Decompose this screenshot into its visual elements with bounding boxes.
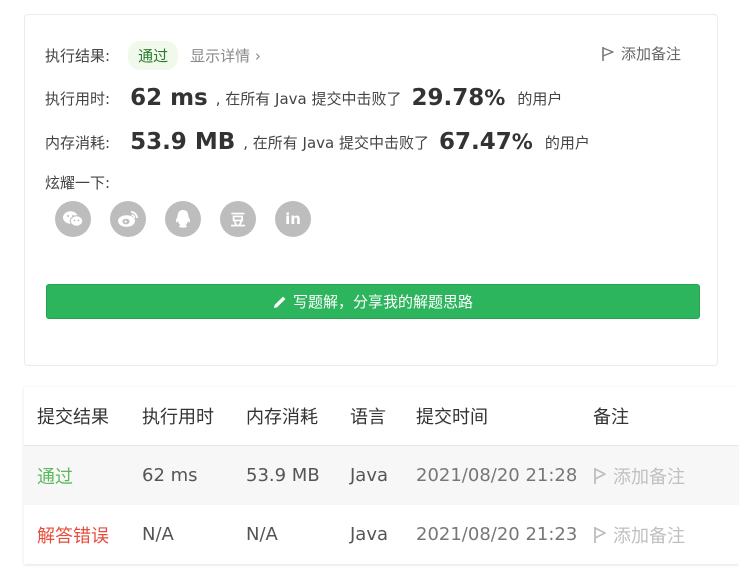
row-language: Java <box>350 524 389 545</box>
memory-percent: 67.47% <box>439 129 533 155</box>
share-row-label: 炫耀一下: <box>45 172 110 193</box>
row-memory: 53.9 MB <box>246 465 320 486</box>
result-row: 执行结果: 通过 显示详情 › <box>45 41 261 70</box>
runtime-percent-value: 29.78 <box>411 85 485 111</box>
result-card: 执行结果: 通过 显示详情 › 添加备注 执行用时: 62 ms , 在所有 J… <box>24 14 718 366</box>
col-runtime: 执行用时 <box>142 407 214 428</box>
row-add-note-label: 添加备注 <box>613 466 685 488</box>
runtime-suffix: 的用户 <box>517 89 563 108</box>
memory-middle-text: , 在所有 Java 提交中击败了 <box>243 133 430 152</box>
share-label: 炫耀一下: <box>45 174 111 192</box>
runtime-percent: 29.78% <box>412 85 506 111</box>
memory-label: 内存消耗: <box>45 133 111 152</box>
flag-icon <box>594 467 606 484</box>
runtime-row: 执行用时: 62 ms , 在所有 Java 提交中击败了 29.78% 的用户 <box>45 85 562 111</box>
runtime-value: 62 ms <box>130 85 208 111</box>
memory-row: 内存消耗: 53.9 MB , 在所有 Java 提交中击败了 67.47% 的… <box>45 129 590 155</box>
row-status-link[interactable]: 通过 <box>37 463 73 489</box>
row-submitted: 2021/08/20 21:28 <box>416 465 578 486</box>
col-status: 提交结果 <box>37 407 109 428</box>
row-add-note-label: 添加备注 <box>613 525 685 547</box>
memory-suffix: 的用户 <box>544 133 590 152</box>
table-row: 通过 62 ms 53.9 MB Java 2021/08/20 21:28 添… <box>24 446 739 506</box>
table-header: 提交结果 执行用时 内存消耗 语言 提交时间 备注 <box>24 387 739 446</box>
col-note: 备注 <box>593 407 629 428</box>
memory-percent-sign: % <box>511 130 533 154</box>
runtime-percent-sign: % <box>484 86 506 110</box>
douban-glyph: 豆 <box>230 210 246 229</box>
wechat-icon[interactable] <box>55 201 91 237</box>
flag-icon <box>594 526 606 543</box>
show-details-link[interactable]: 显示详情 › <box>190 45 261 66</box>
result-label: 执行结果: <box>45 47 111 65</box>
submissions-table: 提交结果 执行用时 内存消耗 语言 提交时间 备注 通过 62 ms 53.9 … <box>24 387 739 564</box>
runtime-middle-text: , 在所有 Java 提交中击败了 <box>215 89 402 108</box>
add-note-button[interactable]: 添加备注 <box>601 43 681 64</box>
row-memory: N/A <box>246 524 278 545</box>
share-buttons: 豆 in <box>55 201 311 237</box>
weibo-icon[interactable] <box>110 201 146 237</box>
douban-icon[interactable]: 豆 <box>220 201 256 237</box>
table-row: 解答错误 N/A N/A Java 2021/08/20 21:23 添加备注 <box>24 505 739 564</box>
row-runtime: 62 ms <box>142 465 198 486</box>
memory-value: 53.9 MB <box>130 129 236 155</box>
col-submitted: 提交时间 <box>416 407 488 428</box>
memory-percent-value: 67.47 <box>439 129 512 155</box>
linkedin-icon[interactable]: in <box>275 201 311 237</box>
add-note-label: 添加备注 <box>620 45 681 63</box>
row-add-note-button[interactable]: 添加备注 <box>593 522 685 548</box>
col-memory: 内存消耗 <box>246 407 318 428</box>
write-solution-label: 写题解，分享我的解题思路 <box>292 293 473 311</box>
row-language: Java <box>350 465 389 486</box>
row-submitted: 2021/08/20 21:23 <box>416 524 578 545</box>
pencil-icon <box>273 296 286 308</box>
row-add-note-button[interactable]: 添加备注 <box>593 463 685 489</box>
row-status-link[interactable]: 解答错误 <box>37 522 109 548</box>
status-badge: 通过 <box>128 41 179 70</box>
col-language: 语言 <box>350 407 386 428</box>
qq-icon[interactable] <box>165 201 201 237</box>
row-runtime: N/A <box>142 524 174 545</box>
flag-icon <box>602 46 614 61</box>
linkedin-glyph: in <box>285 210 301 228</box>
write-solution-button[interactable]: 写题解，分享我的解题思路 <box>46 284 700 319</box>
runtime-label: 执行用时: <box>45 89 111 108</box>
